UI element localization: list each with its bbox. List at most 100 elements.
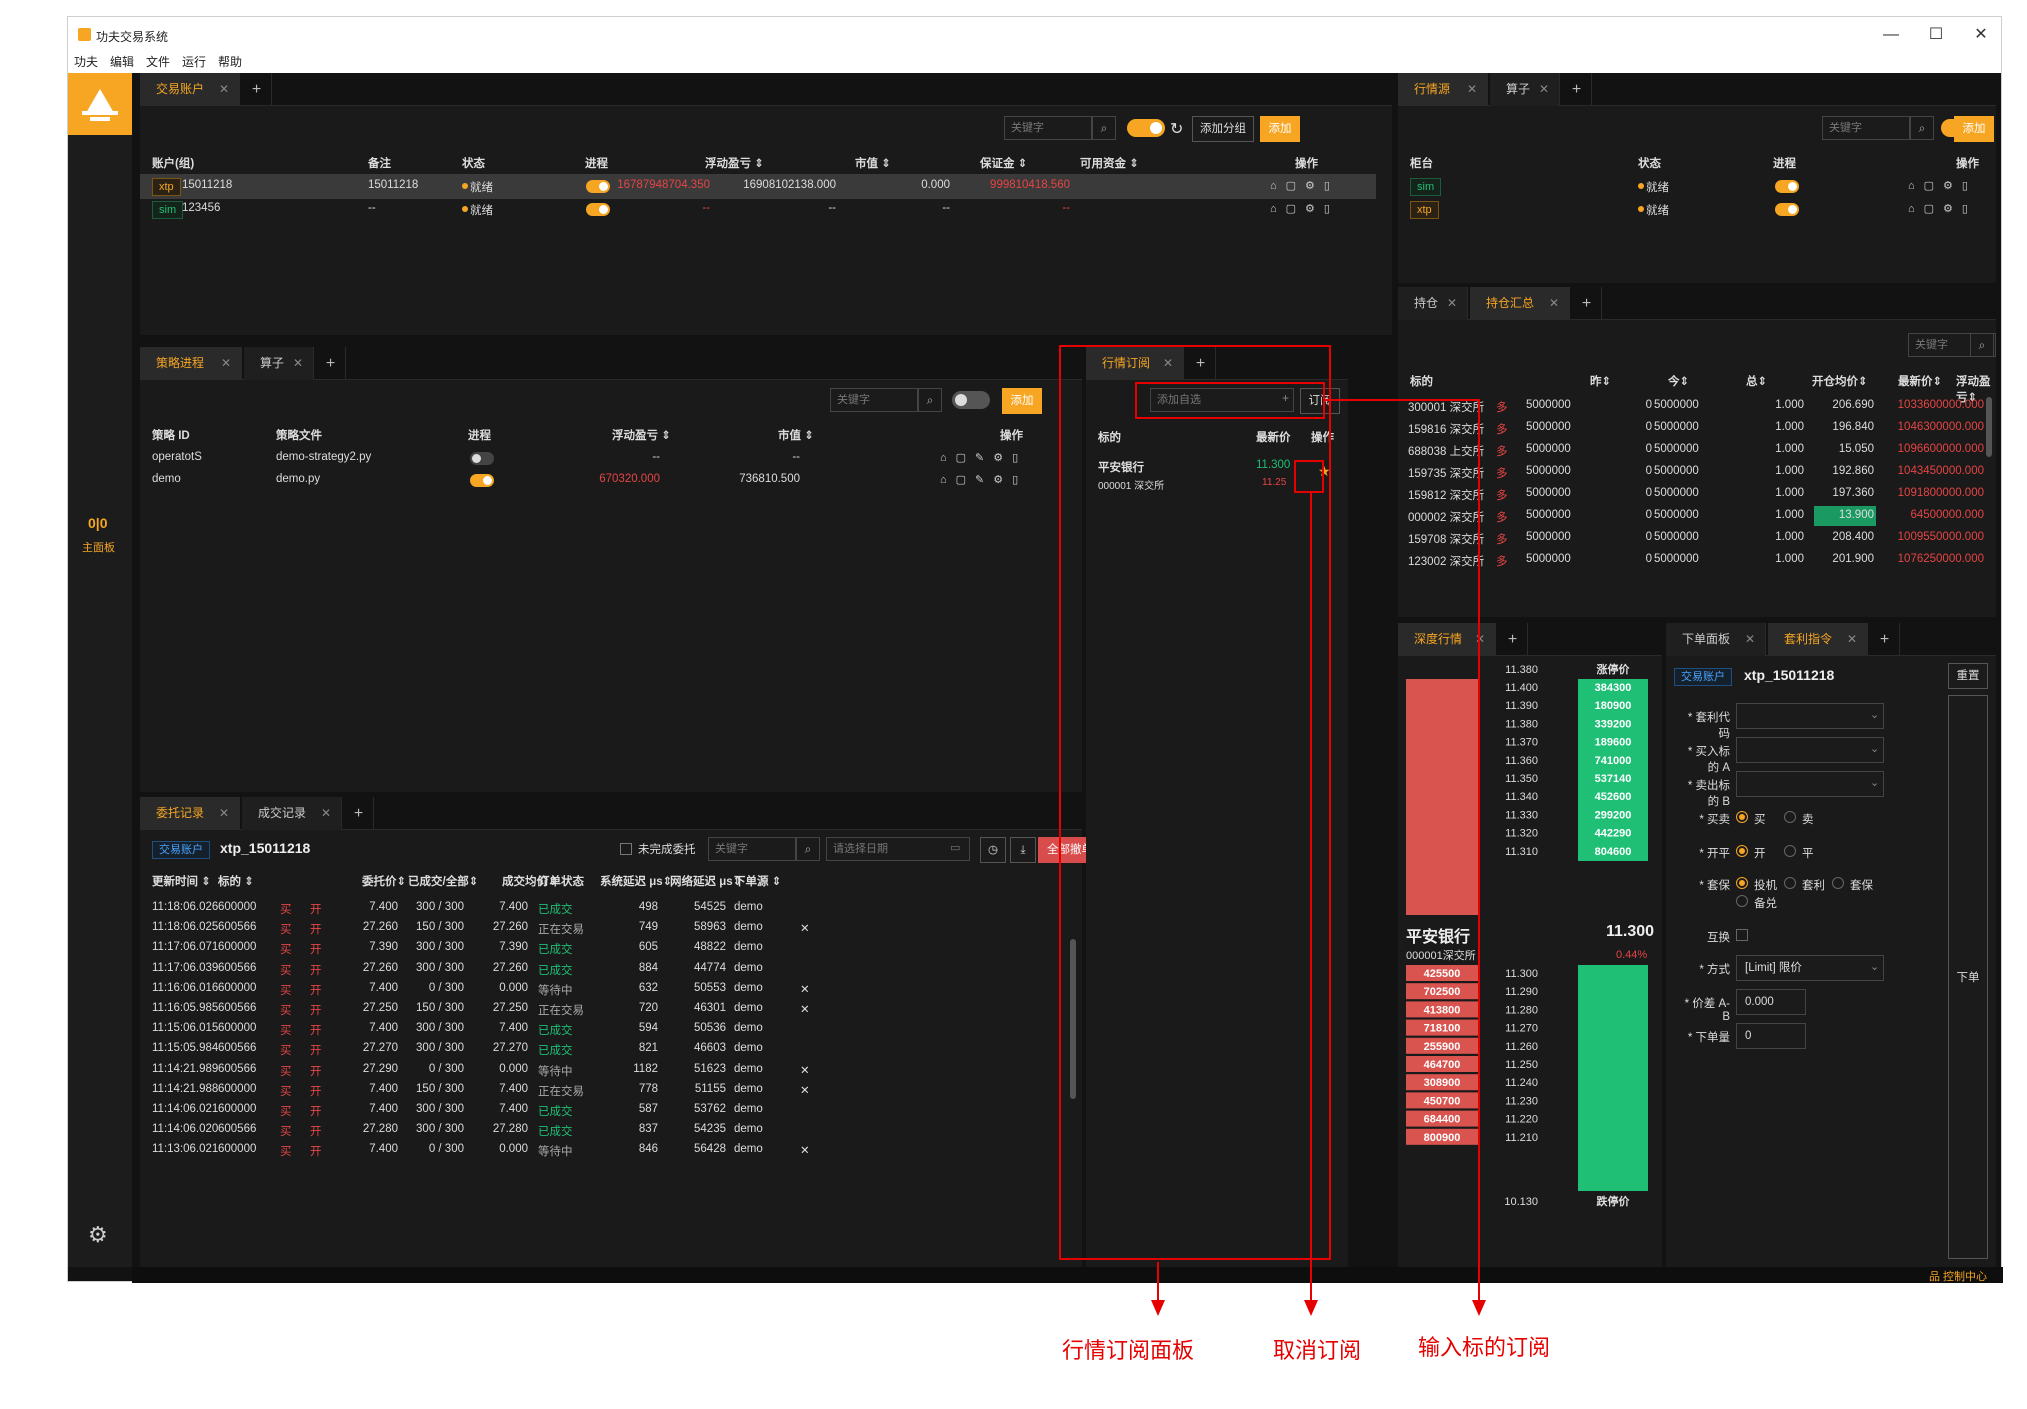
add-tab-button[interactable]: +	[1870, 623, 1900, 656]
search-icon[interactable]: ⌕	[1970, 333, 1994, 357]
cancel-order-icon[interactable]: ✕	[800, 921, 810, 935]
search-icon[interactable]: ⌕	[796, 837, 820, 861]
sidebar-item-main[interactable]: 0|0 主面板	[68, 509, 132, 565]
download-icon[interactable]: ⤓	[1010, 837, 1036, 863]
col-pnl[interactable]: 浮动盈亏 ⇕	[612, 427, 671, 443]
tab-order-panel[interactable]: 下单面板 ✕	[1666, 623, 1766, 656]
menu-kungfu[interactable]: 功夫	[74, 53, 98, 70]
col-available[interactable]: 可用资金 ⇕	[1080, 155, 1139, 171]
close-window-button[interactable]: ✕	[1966, 23, 1996, 47]
tab-trade-records[interactable]: 成交记录 ✕	[242, 797, 342, 830]
swap-checkbox[interactable]	[1736, 929, 1748, 941]
position-symbol[interactable]: 123002 深交所	[1408, 553, 1484, 569]
strategy-process-toggle[interactable]	[470, 452, 494, 465]
col-margin[interactable]: 保证金 ⇕	[980, 155, 1027, 171]
submit-order-button[interactable]: 下单	[1948, 695, 1988, 1259]
order-col-header[interactable]: 委托价⇕	[362, 873, 406, 889]
control-center-link[interactable]: 品 控制中心	[1929, 1268, 1987, 1284]
radio-offset[interactable]	[1784, 845, 1796, 857]
tab-operator[interactable]: 算子 ✕	[244, 347, 314, 380]
close-tab-icon[interactable]: ✕	[1539, 73, 1549, 106]
position-symbol[interactable]: 000002 深交所	[1408, 509, 1484, 525]
process-toggle[interactable]	[1775, 203, 1799, 216]
settings-gear-icon[interactable]: ⚙	[88, 1223, 112, 1247]
cancel-order-icon[interactable]: ✕	[800, 982, 810, 996]
position-symbol[interactable]: 159812 深交所	[1408, 487, 1484, 503]
menu-file[interactable]: 文件	[146, 53, 170, 70]
add-strategy-button[interactable]: 添加	[1002, 388, 1042, 414]
tab-operator[interactable]: 算子 ✕	[1490, 73, 1560, 106]
close-tab-icon[interactable]: ✕	[1549, 287, 1559, 320]
account-id[interactable]: 15011218	[182, 179, 232, 191]
tab-trading-account[interactable]: 交易账户 ✕	[140, 73, 240, 106]
menu-run[interactable]: 运行	[182, 53, 206, 70]
history-clock-icon[interactable]: ◷	[980, 837, 1006, 863]
close-tab-icon[interactable]: ✕	[221, 347, 231, 380]
close-tab-icon[interactable]: ✕	[1847, 623, 1857, 656]
cancel-order-icon[interactable]: ✕	[800, 1083, 810, 1097]
strategy-ops-icons[interactable]: ⌂▢✎⚙▯	[940, 473, 1027, 486]
md-ops-icons[interactable]: ⌂▢⚙▯	[1908, 202, 1977, 215]
position-symbol[interactable]: 159708 深交所	[1408, 531, 1484, 547]
search-icon[interactable]: ⌕	[918, 388, 942, 412]
close-tab-icon[interactable]: ✕	[219, 73, 229, 106]
radio-side[interactable]	[1736, 811, 1748, 823]
radio-hedge[interactable]	[1832, 877, 1844, 889]
close-tab-icon[interactable]: ✕	[1447, 287, 1457, 320]
account-toggle[interactable]	[1127, 119, 1165, 137]
add-tab-button[interactable]: +	[1498, 623, 1528, 656]
process-toggle[interactable]	[586, 203, 610, 216]
search-input[interactable]: 关键字	[708, 837, 796, 861]
add-tab-button[interactable]: +	[1572, 287, 1602, 320]
form-select[interactable]: [Limit] 限价	[1736, 955, 1884, 981]
col-open-price[interactable]: 开仓均价⇕	[1812, 373, 1868, 389]
order-col-header[interactable]: 系统延迟 μs⇕	[600, 873, 672, 889]
md-ops-icons[interactable]: ⌂▢⚙▯	[1908, 179, 1977, 192]
search-input[interactable]: 关键字	[830, 388, 918, 412]
cancel-order-icon[interactable]: ✕	[800, 1143, 810, 1157]
minimize-button[interactable]: —	[1876, 23, 1906, 47]
strategy-id[interactable]: operatotS	[152, 451, 202, 463]
account-id[interactable]: 123456	[182, 202, 220, 214]
process-toggle[interactable]	[586, 180, 610, 193]
form-input[interactable]: 0.000	[1736, 989, 1806, 1015]
position-symbol[interactable]: 159816 深交所	[1408, 421, 1484, 437]
close-tab-icon[interactable]: ✕	[1745, 623, 1755, 656]
add-tab-button[interactable]: +	[316, 347, 346, 380]
radio-hedge[interactable]	[1784, 877, 1796, 889]
position-symbol[interactable]: 300001 深交所	[1408, 399, 1484, 415]
search-icon[interactable]: ⌕	[1092, 116, 1116, 140]
account-ops-icons[interactable]: ⌂▢⚙▯	[1270, 179, 1339, 192]
strategy-toggle[interactable]	[952, 391, 990, 409]
cancel-order-icon[interactable]: ✕	[800, 1002, 810, 1016]
menu-edit[interactable]: 编辑	[110, 53, 134, 70]
tab-position-summary[interactable]: 持仓汇总 ✕	[1470, 287, 1570, 320]
add-account-button[interactable]: 添加	[1260, 116, 1300, 142]
add-md-button[interactable]: 添加	[1954, 116, 1994, 142]
radio-hedge[interactable]	[1736, 877, 1748, 889]
order-col-header[interactable]: 下单源 ⇕	[734, 873, 781, 889]
refresh-icon[interactable]: ↻	[1170, 119, 1183, 139]
order-col-header[interactable]: 订单状态	[538, 873, 584, 889]
col-last-price[interactable]: 最新价⇕	[1898, 373, 1942, 389]
radio-offset[interactable]	[1736, 845, 1748, 857]
cancel-order-icon[interactable]: ✕	[800, 1063, 810, 1077]
position-symbol[interactable]: 688038 上交所	[1408, 443, 1484, 459]
process-toggle[interactable]	[1775, 180, 1799, 193]
strategy-process-toggle[interactable]	[470, 474, 494, 487]
reset-button[interactable]: 重置	[1948, 663, 1988, 689]
tab-positions[interactable]: 持仓 ✕	[1398, 287, 1468, 320]
add-group-button[interactable]: 添加分组	[1192, 116, 1254, 142]
search-input[interactable]: 关键字	[1822, 116, 1910, 140]
tab-depth[interactable]: 深度行情✕	[1398, 623, 1496, 656]
form-select[interactable]	[1736, 771, 1884, 797]
menu-help[interactable]: 帮助	[218, 53, 242, 70]
form-select[interactable]	[1736, 737, 1884, 763]
tab-strategy-process[interactable]: 策略进程 ✕	[140, 347, 242, 380]
col-yesterday[interactable]: 昨⇕	[1590, 373, 1611, 389]
add-tab-button[interactable]: +	[242, 73, 272, 106]
account-ops-icons[interactable]: ⌂▢⚙▯	[1270, 202, 1339, 215]
calendar-icon[interactable]: ▭	[950, 841, 960, 854]
tab-arbitrage[interactable]: 套利指令 ✕	[1768, 623, 1868, 656]
search-input[interactable]: 关键字	[1004, 116, 1092, 140]
